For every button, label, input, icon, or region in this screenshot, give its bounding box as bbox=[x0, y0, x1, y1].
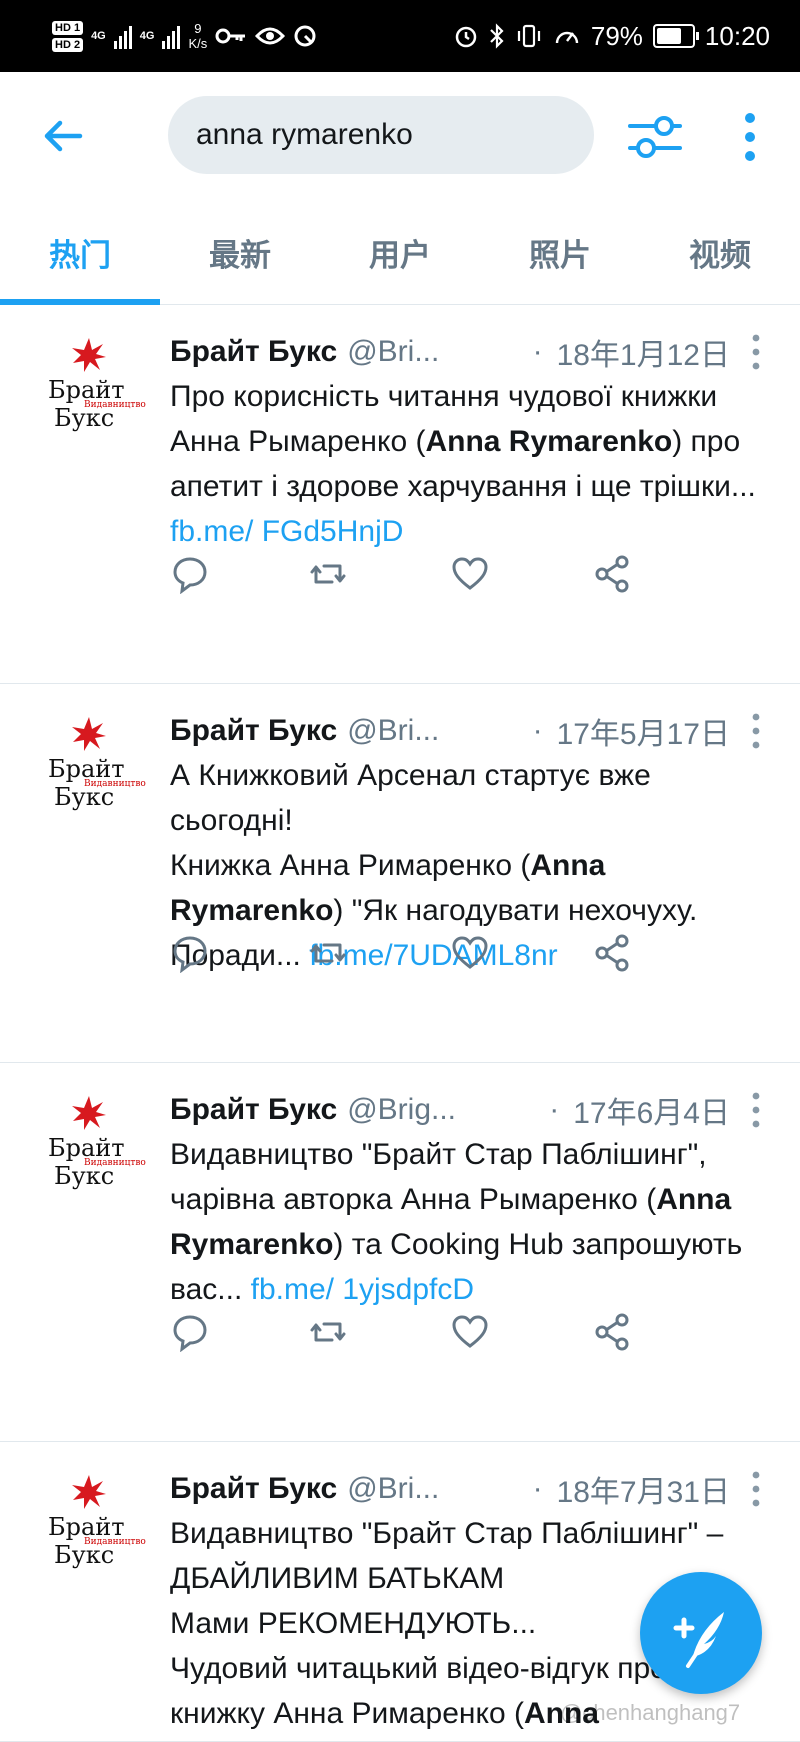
status-left: HD 1 HD 2 4G 4G 9 K/s bbox=[52, 0, 317, 72]
tweet-actions bbox=[170, 933, 690, 983]
avatar-text-line2: Букс bbox=[54, 1162, 115, 1190]
star-logo-icon bbox=[72, 338, 106, 372]
battery-icon bbox=[652, 24, 699, 48]
avatar-text-line2: Букс bbox=[54, 1541, 115, 1569]
tweet-header: Брайт Букс @Brig... · 17年6月4日 bbox=[170, 1088, 730, 1132]
author-handle[interactable]: @Brig... bbox=[347, 1093, 456, 1127]
tab-photos[interactable]: 照片 bbox=[480, 200, 640, 304]
separator-dot: · bbox=[549, 1093, 560, 1126]
tweet-text-part: Видавництво "Брайт Стар Паблішинг", чарі… bbox=[170, 1138, 715, 1216]
tab-latest[interactable]: 最新 bbox=[160, 200, 320, 304]
signal2-icon bbox=[162, 23, 181, 49]
more-vertical-icon[interactable] bbox=[744, 709, 768, 753]
watermark: @chenhanghang7 bbox=[560, 1700, 741, 1725]
search-input[interactable]: anna rymarenko bbox=[168, 96, 594, 174]
app-notification-icon bbox=[294, 25, 316, 47]
tweet-text[interactable]: Про корисність читання чудової книжки Ан… bbox=[170, 374, 770, 554]
key-icon bbox=[215, 28, 246, 44]
compose-tweet-button[interactable] bbox=[640, 1572, 762, 1694]
author-handle[interactable]: @Bri... bbox=[347, 335, 439, 369]
tweet-date: 18年1月12日 bbox=[556, 339, 730, 372]
avatar[interactable]: Брайт Видавництво Букс bbox=[44, 338, 146, 438]
tweet-header: Брайт Букс @Bri... · 18年7月31日 bbox=[170, 1467, 730, 1511]
network1-label: 4G bbox=[91, 30, 106, 42]
author-name[interactable]: Брайт Букс bbox=[170, 1093, 337, 1127]
tweet[interactable]: Брайт Видавництво Букс Брайт Букс @Bri..… bbox=[0, 683, 800, 1063]
status-bar: HD 1 HD 2 4G 4G 9 K/s 79% 10:20 bbox=[0, 0, 800, 72]
tab-videos[interactable]: 视频 bbox=[640, 200, 800, 304]
network2-label: 4G bbox=[139, 30, 155, 42]
tweet-header: Брайт Букс @Bri... · 18年1月12日 bbox=[170, 330, 730, 374]
share-icon[interactable] bbox=[592, 933, 632, 973]
more-vertical-icon[interactable] bbox=[730, 110, 770, 164]
signal1-icon bbox=[113, 23, 132, 49]
arrow-left-icon[interactable] bbox=[40, 112, 88, 160]
compose-tweet-icon bbox=[673, 1612, 724, 1668]
avatar[interactable]: Брайт Видавництво Букс bbox=[44, 717, 146, 817]
heart-icon[interactable] bbox=[450, 554, 490, 594]
battery-percent: 79% bbox=[590, 20, 643, 51]
author-name[interactable]: Брайт Букс bbox=[170, 335, 337, 369]
star-logo-icon bbox=[72, 717, 106, 751]
tweet-date: 17年5月17日 bbox=[556, 718, 730, 751]
star-logo-icon bbox=[72, 1096, 106, 1130]
search-header: anna rymarenko bbox=[0, 72, 800, 200]
tweet-actions bbox=[170, 554, 690, 604]
tweet-actions bbox=[170, 1312, 690, 1362]
tweet-link[interactable]: fb.me/ 1yjsdpfcD bbox=[251, 1273, 474, 1306]
reply-icon[interactable] bbox=[170, 554, 210, 594]
speed-meter-icon bbox=[555, 31, 579, 44]
tweet-link[interactable]: fb.me/ FGd5HnjD bbox=[170, 515, 403, 548]
author-name[interactable]: Брайт Букс bbox=[170, 714, 337, 748]
retweet-icon[interactable] bbox=[308, 933, 348, 973]
tweet-date: 18年7月31日 bbox=[556, 1476, 730, 1509]
clock: 10:20 bbox=[704, 20, 770, 51]
reply-icon[interactable] bbox=[170, 1312, 210, 1352]
status-right: 79% 10:20 bbox=[453, 0, 770, 72]
reply-icon[interactable] bbox=[170, 933, 210, 973]
more-vertical-icon[interactable] bbox=[744, 1467, 768, 1511]
heart-icon[interactable] bbox=[450, 1312, 490, 1352]
alarm-icon bbox=[455, 26, 477, 48]
filter-sliders-icon[interactable] bbox=[628, 110, 682, 164]
avatar-text-line2: Букс bbox=[54, 404, 115, 432]
sim1-label: HD 1 bbox=[52, 20, 84, 35]
author-name[interactable]: Брайт Букс bbox=[170, 1472, 337, 1506]
separator-dot: · bbox=[532, 714, 543, 747]
tweet-text[interactable]: Видавництво "Брайт Стар Паблішинг", чарі… bbox=[170, 1132, 770, 1312]
sim-indicators: HD 1 HD 2 bbox=[52, 20, 84, 52]
net-speed-value: 9 bbox=[194, 21, 202, 36]
search-value: anna rymarenko bbox=[196, 118, 413, 151]
retweet-icon[interactable] bbox=[308, 1312, 348, 1352]
tab-top[interactable]: 热门 bbox=[0, 200, 160, 305]
separator-dot: · bbox=[532, 335, 543, 368]
star-logo-icon bbox=[72, 1475, 106, 1509]
tab-people[interactable]: 用户 bbox=[320, 200, 480, 304]
avatar-text-line2: Букс bbox=[54, 783, 115, 811]
more-vertical-icon[interactable] bbox=[744, 330, 768, 374]
tweet-header: Брайт Букс @Bri... · 17年5月17日 bbox=[170, 709, 730, 753]
avatar[interactable]: Брайт Видавництво Букс bbox=[44, 1475, 146, 1575]
net-speed: 9 K/s bbox=[188, 21, 207, 51]
heart-icon[interactable] bbox=[450, 933, 490, 973]
share-icon[interactable] bbox=[592, 1312, 632, 1352]
retweet-icon[interactable] bbox=[308, 554, 348, 594]
bluetooth-icon bbox=[490, 23, 504, 49]
eye-icon bbox=[255, 27, 286, 45]
battery-fill bbox=[656, 28, 681, 44]
avatar[interactable]: Брайт Видавництво Букс bbox=[44, 1096, 146, 1196]
author-handle[interactable]: @Bri... bbox=[347, 1472, 439, 1506]
sim2-label: HD 2 bbox=[52, 37, 84, 52]
vibrate-icon bbox=[517, 24, 540, 48]
search-tabs: 热门 最新 用户 照片 视频 bbox=[0, 200, 800, 305]
separator-dot: · bbox=[532, 1472, 543, 1505]
more-vertical-icon[interactable] bbox=[744, 1088, 768, 1132]
tweet[interactable]: Брайт Видавництво Букс Брайт Букс @Bri..… bbox=[0, 304, 800, 684]
net-speed-unit: K/s bbox=[188, 36, 208, 51]
author-handle[interactable]: @Bri... bbox=[347, 714, 439, 748]
tweet[interactable]: Брайт Видавництво Букс Брайт Букс @Brig.… bbox=[0, 1062, 800, 1442]
tweet-text-bold: Anna Rymarenko bbox=[425, 425, 673, 458]
tweet-date: 17年6月4日 bbox=[573, 1097, 730, 1130]
share-icon[interactable] bbox=[592, 554, 632, 594]
